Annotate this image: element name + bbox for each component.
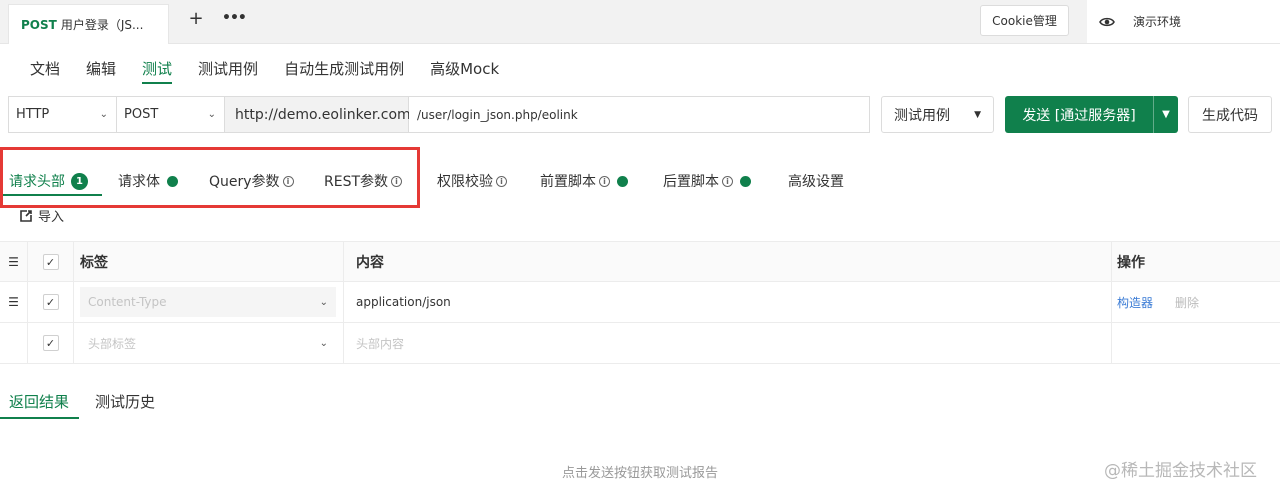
headers-table: ☰ ✓ 标签 内容 操作 ☰ ✓ Content-Type ⌄ applicat… [0,241,1280,364]
top-tab-bar: POST 用户登录（JS... + ••• Cookie管理 演示环境 [0,0,1280,44]
api-tab-title: 用户登录（JS... [60,18,144,32]
info-icon: i [496,175,507,187]
row-ops: 构造器 删除 [1112,282,1280,322]
chevron-down-icon: ⌄ [99,109,108,120]
column-header-label: 标签 [74,242,344,282]
result-tabs: 返回结果 测试历史 [0,390,1280,422]
mode-tabs: 文档 编辑 测试 测试用例 自动生成测试用例 高级Mock [30,58,525,86]
tab-label: 后置脚本 [663,174,719,190]
api-tab[interactable]: POST 用户登录（JS... [8,4,169,44]
column-header-ops: 操作 [1117,255,1145,271]
row-value-cell[interactable]: 头部内容 [344,323,1112,363]
path-input[interactable] [409,97,869,132]
chevron-down-icon: ⌄ [319,296,328,308]
header-key-select[interactable]: Content-Type ⌄ [80,287,336,317]
tab-result[interactable]: 返回结果 [9,390,69,418]
highlight-box [0,147,420,208]
more-icon[interactable]: ••• [222,8,247,30]
tab-test-cases[interactable]: 测试用例 [198,58,258,84]
tab-test-history[interactable]: 测试历史 [95,390,155,418]
status-dot [617,175,628,187]
active-tab-underline [0,417,79,419]
row-checkbox[interactable]: ✓ [42,294,59,310]
tab-label: 前置脚本 [540,174,596,190]
table-row: ☰ ✓ Content-Type ⌄ application/json 构造器 … [0,282,1280,323]
row-key-cell: Content-Type ⌄ [74,282,344,322]
caret-down-icon: ▼ [974,109,981,120]
protocol-select[interactable]: HTTP ⌄ [9,97,117,132]
tab-docs[interactable]: 文档 [30,58,60,84]
plus-icon[interactable]: + [186,8,206,30]
api-tab-method: POST [21,17,57,32]
tab-label: 权限校验 [437,174,493,190]
header-value: application/json [356,295,451,309]
info-icon: i [599,175,610,187]
row-value-cell[interactable]: application/json [344,282,1112,322]
drag-handle-icon[interactable]: ☰ [8,296,19,308]
method-value: POST [124,107,159,122]
test-case-dropdown[interactable]: 测试用例 ▼ [881,96,994,133]
row-check: ✓ [28,323,74,363]
method-select[interactable]: POST ⌄ [117,97,225,132]
tab-auth[interactable]: 权限校验 i [437,166,507,196]
builder-link[interactable]: 构造器 [1117,294,1153,311]
row-checkbox[interactable]: ✓ [42,335,59,351]
request-line: HTTP ⌄ POST ⌄ http://demo.eolinker.com [8,96,870,133]
header-value-placeholder: 头部内容 [356,336,405,351]
send-button-label[interactable]: 发送 [通过服务器] [1005,96,1154,133]
table-header-drag: ☰ [0,242,28,282]
import-icon [20,209,32,222]
table-header-row: ☰ ✓ 标签 内容 操作 [0,241,1280,282]
send-button[interactable]: 发送 [通过服务器] ▼ [1005,96,1178,133]
tab-edit[interactable]: 编辑 [86,58,116,84]
tab-test[interactable]: 测试 [142,58,173,84]
tab-advanced-settings[interactable]: 高级设置 [788,166,844,196]
chevron-down-icon: ⌄ [319,337,328,349]
row-ops [1112,323,1280,363]
empty-result-hint: 点击发送按钮获取测试报告 [561,466,718,481]
menu-icon[interactable]: ☰ [8,256,19,268]
tab-advanced-mock[interactable]: 高级Mock [430,58,499,84]
header-key-select[interactable]: 头部标签 ⌄ [80,328,336,358]
table-header-check: ✓ [28,242,74,282]
info-icon: i [722,175,733,187]
tab-auto-generate-cases[interactable]: 自动生成测试用例 [284,58,404,84]
cookie-manage-button[interactable]: Cookie管理 [980,5,1069,36]
watermark: @稀土掘金技术社区 [1104,461,1257,481]
row-drag: ☰ [0,282,28,322]
host-url: http://demo.eolinker.com [225,97,411,132]
select-all-checkbox[interactable]: ✓ [42,254,59,270]
eye-icon [1099,17,1115,26]
row-drag [0,323,28,363]
environment-label: 演示环境 [1133,15,1182,29]
header-key-value: Content-Type [88,295,167,309]
row-key-cell: 头部标签 ⌄ [74,323,344,363]
tab-label: 高级设置 [788,174,844,190]
status-dot [740,175,751,187]
table-row: ✓ 头部标签 ⌄ 头部内容 [0,323,1280,364]
environment-selector[interactable]: 演示环境 [1087,0,1280,43]
header-key-placeholder: 头部标签 [88,336,137,351]
protocol-value: HTTP [16,107,50,122]
tab-pre-script[interactable]: 前置脚本 i [540,166,628,196]
row-check: ✓ [28,282,74,322]
column-header-content: 内容 [344,242,1112,282]
tab-post-script[interactable]: 后置脚本 i [663,166,751,196]
chevron-down-icon: ⌄ [207,109,216,120]
generate-code-button[interactable]: 生成代码 [1188,96,1272,133]
test-case-label: 测试用例 [894,107,950,124]
delete-link[interactable]: 删除 [1175,294,1199,311]
import-button[interactable]: 导入 [19,206,64,225]
caret-down-icon[interactable]: ▼ [1154,96,1178,133]
import-label: 导入 [38,210,65,225]
